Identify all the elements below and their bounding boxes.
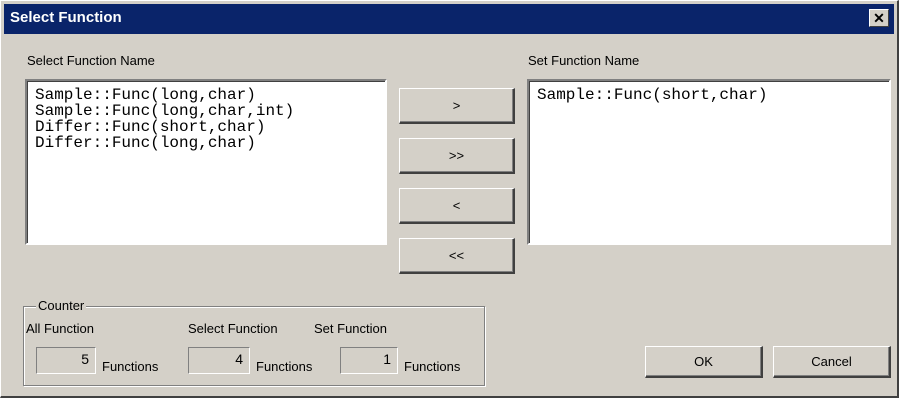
set-function-count: 1 bbox=[340, 347, 398, 374]
close-button[interactable]: ✕ bbox=[869, 9, 889, 27]
remove-all-button[interactable]: << bbox=[399, 238, 515, 274]
title-bar[interactable]: Select Function ✕ bbox=[4, 4, 894, 34]
counter-group: Counter All Function Select Function Set… bbox=[23, 298, 485, 386]
select-function-dialog: Select Function ✕ Select Function Name S… bbox=[0, 0, 899, 398]
set-function-listbox[interactable]: Sample::Func(short,char) bbox=[527, 79, 891, 245]
cancel-button[interactable]: Cancel bbox=[773, 346, 891, 378]
list-item[interactable]: Differ::Func(short,char) bbox=[35, 119, 377, 135]
close-icon: ✕ bbox=[873, 10, 885, 26]
list-item[interactable]: Sample::Func(long,char) bbox=[35, 87, 377, 103]
select-function-unit: Functions bbox=[256, 359, 313, 374]
list-item[interactable]: Sample::Func(short,char) bbox=[537, 87, 881, 103]
select-function-count: 4 bbox=[188, 347, 250, 374]
add-button[interactable]: > bbox=[399, 88, 515, 124]
all-function-unit: Functions bbox=[102, 359, 159, 374]
remove-button[interactable]: < bbox=[399, 188, 515, 224]
select-function-name-label: Select Function Name bbox=[27, 53, 155, 68]
window-title: Select Function bbox=[10, 9, 122, 26]
select-function-listbox[interactable]: Sample::Func(long,char) Sample::Func(lon… bbox=[25, 79, 387, 245]
add-all-button[interactable]: >> bbox=[399, 138, 515, 174]
set-function-name-label: Set Function Name bbox=[528, 53, 640, 68]
select-function-label: Select Function bbox=[188, 321, 278, 336]
ok-button[interactable]: OK bbox=[645, 346, 763, 378]
set-function-unit: Functions bbox=[404, 359, 461, 374]
set-function-label: Set Function bbox=[314, 321, 387, 336]
list-item[interactable]: Differ::Func(long,char) bbox=[35, 135, 377, 151]
all-function-count: 5 bbox=[36, 347, 96, 374]
counter-legend: Counter bbox=[36, 298, 87, 313]
list-item[interactable]: Sample::Func(long,char,int) bbox=[35, 103, 377, 119]
all-function-label: All Function bbox=[26, 321, 94, 336]
